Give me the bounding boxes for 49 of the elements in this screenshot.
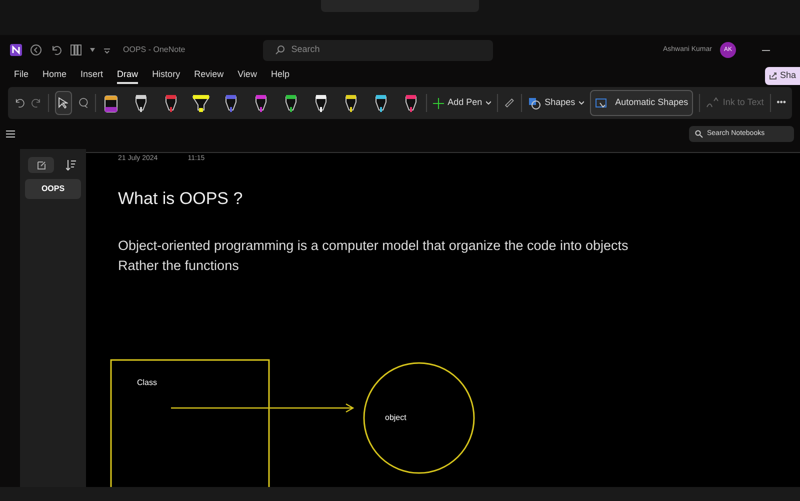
app-logo-icon [10,44,22,56]
menu-tab[interactable]: Insert [80,68,104,84]
redo-icon[interactable] [30,96,42,110]
ink-to-text-icon [706,96,719,110]
menu-tab[interactable]: View [238,68,257,84]
page-title: What is OOPS ? [118,188,243,210]
menu-tab[interactable]: Draw [117,68,138,84]
grid-icon[interactable] [70,44,82,56]
lasso-icon[interactable] [78,96,90,110]
search-input[interactable]: Search [291,43,472,57]
menu-tab[interactable]: File [14,68,29,84]
menu-tab[interactable]: Home [42,68,67,84]
customize-icon[interactable] [103,46,111,54]
search-icon [695,130,703,138]
shapes-icon [528,96,541,110]
undo-icon[interactable] [14,96,25,110]
add-pen-button[interactable]: Add Pen [432,96,492,110]
menu-tab[interactable]: Review [194,68,224,84]
automatic-shapes-button[interactable]: Automatic Shapes [590,90,694,116]
body-text-line: Rather the functions [118,257,240,275]
window-title: OOPS - OneNote [123,44,186,56]
pencil-icon[interactable] [102,94,120,112]
back-icon[interactable] [30,44,42,56]
body-text-line: Object-oriented programming is a computer model that organize the code into objects [118,237,628,255]
object-label: object [385,413,406,422]
highlighter-icon[interactable] [192,94,210,112]
caret-icon [486,101,492,105]
undo-icon[interactable] [50,44,62,56]
share-button[interactable]: Sha [764,67,800,85]
shapes-button[interactable]: Shapes [528,96,584,110]
select-tool-button[interactable] [54,91,72,115]
edit-icon [36,160,46,170]
class-label: Class [137,378,158,387]
sort-icon[interactable] [66,160,76,170]
page-item[interactable]: OOPS [25,179,81,199]
pointer-icon [58,97,68,109]
caret-icon [579,101,584,105]
menu-icon[interactable] [6,130,15,138]
search-icon [275,45,286,55]
share-icon [768,72,777,80]
menu-tab[interactable]: Help [270,68,290,84]
caret-icon[interactable] [90,48,95,52]
plus-icon [432,98,444,108]
automatic-shapes-icon [595,96,610,110]
more-button[interactable]: ••• [776,96,786,110]
menu-tab[interactable]: History [152,68,180,84]
new-page-button[interactable] [28,157,54,173]
ruler-icon[interactable] [504,96,515,110]
search-field[interactable]: Search [263,40,494,60]
